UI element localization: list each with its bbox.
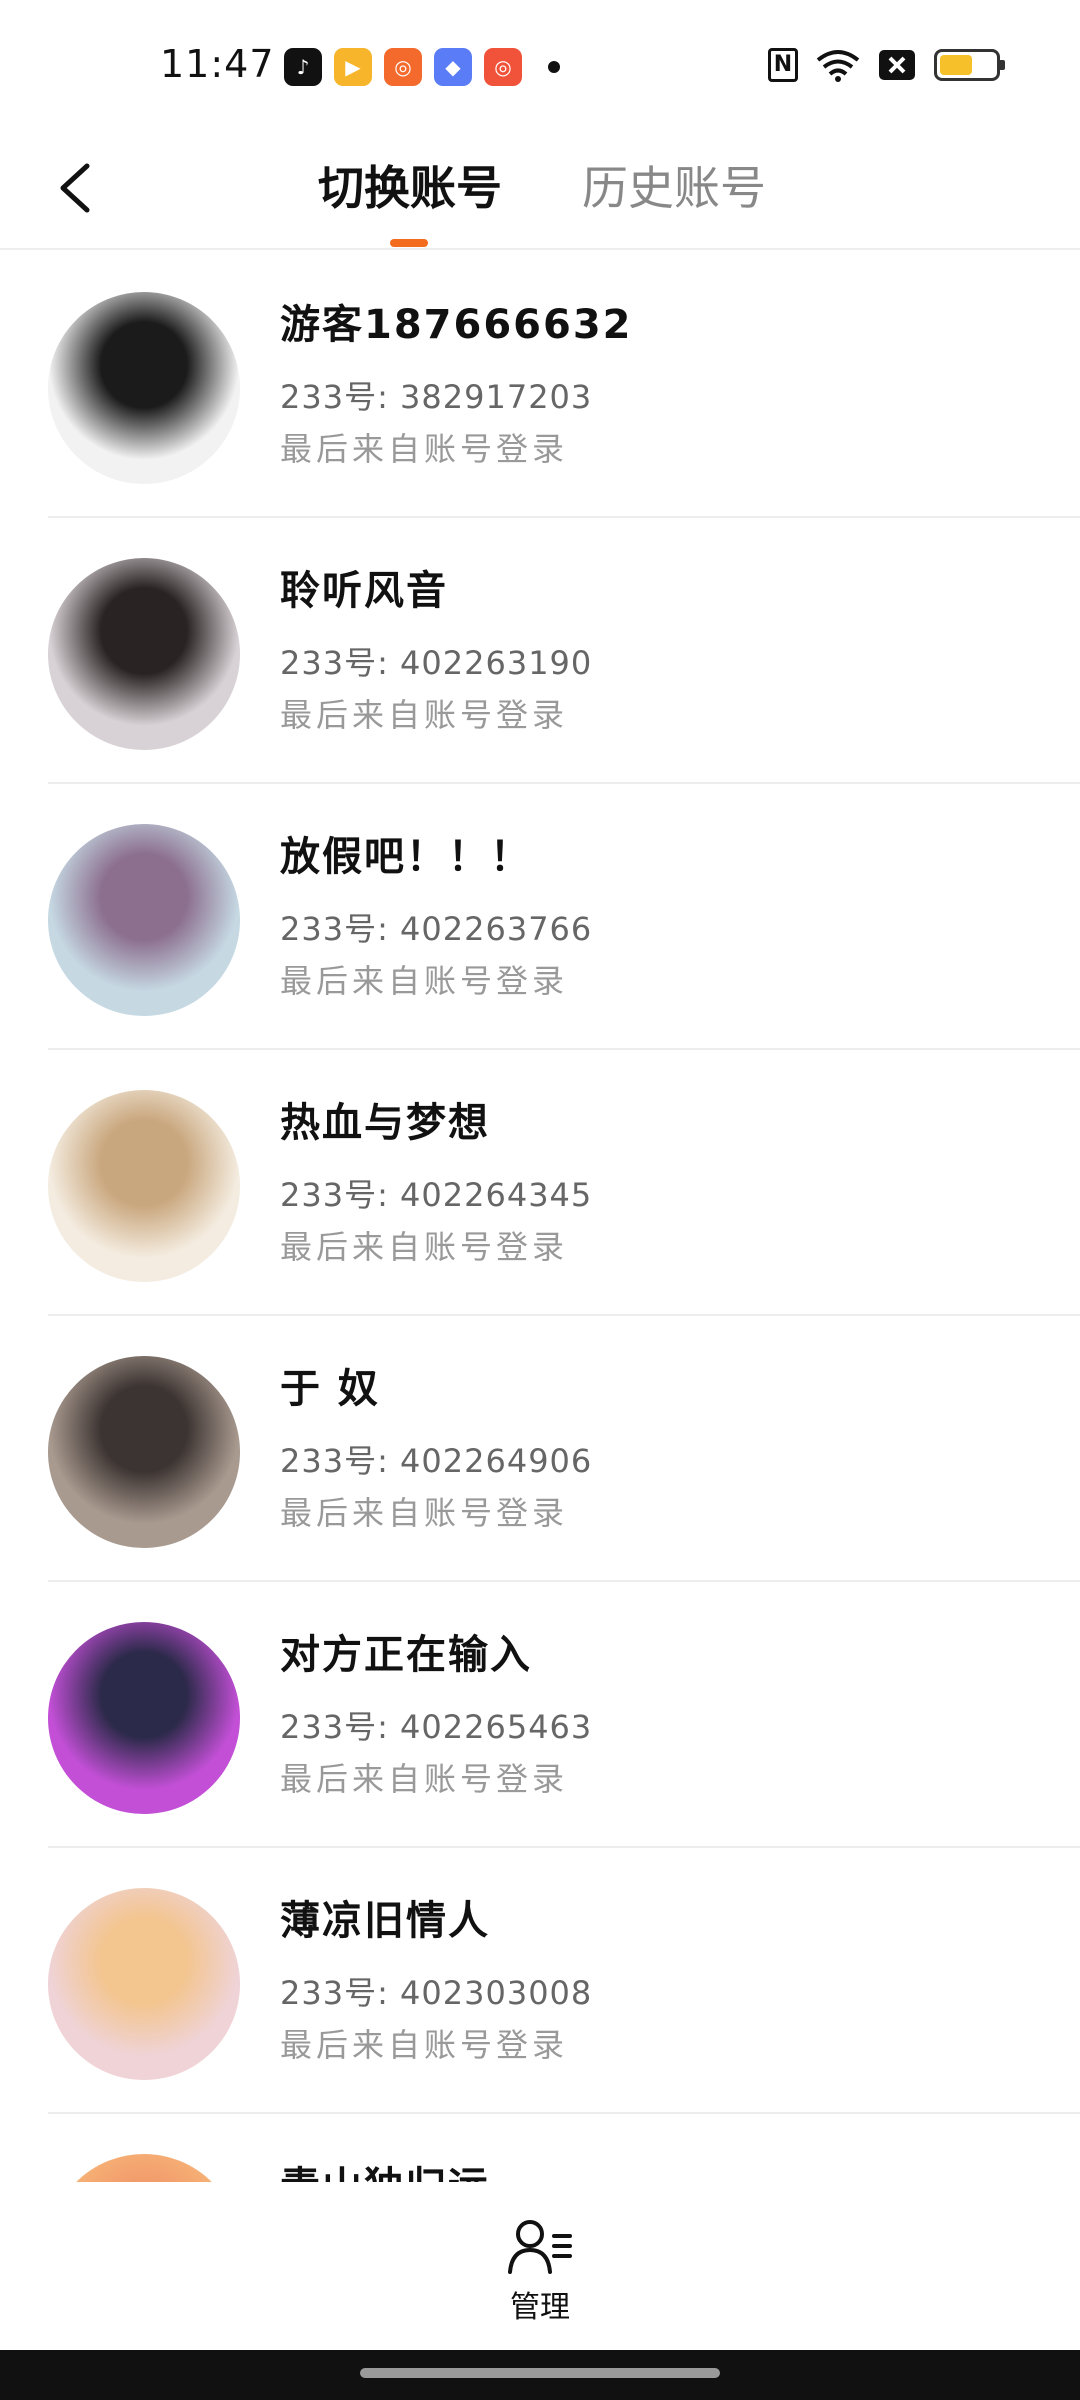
- wifi-icon: [816, 50, 860, 82]
- status-bar: 11:47 ♪ ▶ ◎ ◆ ◎ N: [0, 0, 1080, 135]
- active-tab-indicator: [390, 239, 428, 247]
- top-nav: 切换账号 历史账号: [0, 135, 1080, 250]
- account-name: 游客187666632: [280, 302, 633, 348]
- account-id: 233号: 402303008: [280, 1974, 593, 2012]
- status-time: 11:47: [160, 42, 275, 86]
- kuaishou-lite-icon: ◎: [484, 48, 522, 86]
- back-arrow-icon: [60, 163, 90, 213]
- no-sim-icon: [879, 50, 915, 80]
- account-row[interactable]: 热血与梦想 233号: 402264345 最后来自账号登录: [48, 1050, 1080, 1316]
- account-row[interactable]: 于 奴 233号: 402264906 最后来自账号登录: [48, 1316, 1080, 1582]
- account-name: 于 奴: [280, 1366, 380, 1412]
- avatar: [48, 1090, 240, 1282]
- account-name: 热血与梦想: [280, 1100, 490, 1146]
- last-login-source: 最后来自账号登录: [280, 1228, 569, 1266]
- manage-label: 管理: [510, 2290, 570, 2325]
- battery-level: [940, 55, 973, 75]
- last-login-source: 最后来自账号登录: [280, 430, 569, 468]
- account-id: 233号: 382917203: [280, 378, 593, 416]
- nfc-icon: N: [768, 48, 798, 82]
- avatar: [48, 1888, 240, 2080]
- avatar: [48, 1356, 240, 1548]
- avatar: [48, 558, 240, 750]
- account-row[interactable]: 青山独归远: [48, 2114, 1080, 2182]
- account-row[interactable]: 薄凉旧情人 233号: 402303008 最后来自账号登录: [48, 1848, 1080, 2114]
- account-id: 233号: 402264906: [280, 1442, 593, 1480]
- system-nav-bar: [0, 2350, 1080, 2400]
- back-button[interactable]: [44, 153, 104, 223]
- bottom-bar: 管理: [0, 2182, 1080, 2350]
- notification-icons: ♪ ▶ ◎ ◆ ◎: [284, 48, 560, 86]
- avatar: [48, 2154, 240, 2182]
- account-row[interactable]: 放假吧！！！ 233号: 402263766 最后来自账号登录: [48, 784, 1080, 1050]
- account-id: 233号: 402264345: [280, 1176, 593, 1214]
- account-name: 放假吧！！！: [280, 834, 532, 880]
- manage-user-icon: [508, 2220, 572, 2274]
- home-indicator[interactable]: [360, 2368, 720, 2378]
- manage-button[interactable]: 管理: [490, 2218, 590, 2328]
- shortcut-app-icon: ◆: [434, 48, 472, 86]
- video-app-icon: ▶: [334, 48, 372, 86]
- account-name: 聆听风音: [280, 568, 448, 614]
- account-id: 233号: 402263190: [280, 644, 593, 682]
- last-login-source: 最后来自账号登录: [280, 696, 569, 734]
- avatar: [48, 824, 240, 1016]
- last-login-source: 最后来自账号登录: [280, 1760, 569, 1798]
- kuaishou-icon: ◎: [384, 48, 422, 86]
- account-name: 薄凉旧情人: [280, 1898, 490, 1944]
- tab-switch-account[interactable]: 切换账号: [318, 153, 502, 223]
- account-name: 对方正在输入: [280, 1632, 532, 1678]
- last-login-source: 最后来自账号登录: [280, 962, 569, 1000]
- account-row[interactable]: 聆听风音 233号: 402263190 最后来自账号登录: [48, 518, 1080, 784]
- last-login-source: 最后来自账号登录: [280, 1494, 569, 1532]
- battery-icon: [934, 49, 1005, 81]
- account-row[interactable]: 游客187666632 233号: 382917203 最后来自账号登录: [48, 252, 1080, 518]
- last-login-source: 最后来自账号登录: [280, 2026, 569, 2064]
- douyin-icon: ♪: [284, 48, 322, 86]
- more-notifications-dot: [548, 61, 560, 73]
- tab-history-account[interactable]: 历史账号: [582, 153, 766, 223]
- account-list: 游客187666632 233号: 382917203 最后来自账号登录 聆听风…: [0, 252, 1080, 2182]
- account-row[interactable]: 对方正在输入 233号: 402265463 最后来自账号登录: [48, 1582, 1080, 1848]
- avatar: [48, 292, 240, 484]
- account-id: 233号: 402263766: [280, 910, 593, 948]
- avatar: [48, 1622, 240, 1814]
- account-name: 青山独归远: [280, 2154, 490, 2182]
- account-id: 233号: 402265463: [280, 1708, 593, 1746]
- system-indicators: N: [768, 48, 1005, 82]
